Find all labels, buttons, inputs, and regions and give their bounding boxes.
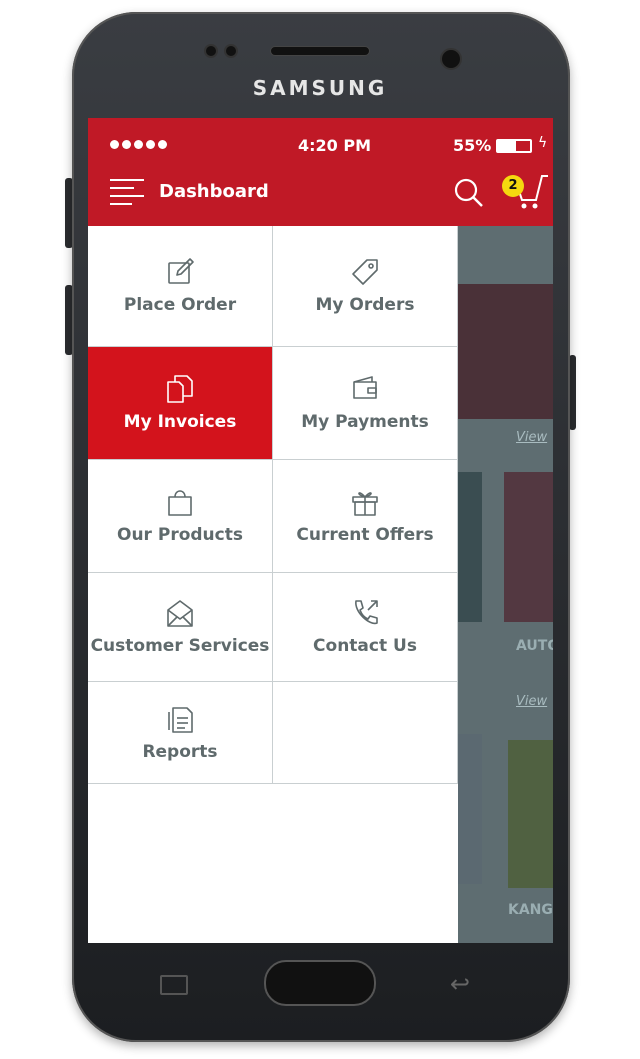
menu-item-place-order[interactable]: Place Order: [88, 226, 273, 347]
cart-count-badge: 2: [502, 175, 524, 197]
menu-item-my-invoices[interactable]: My Invoices: [88, 347, 273, 460]
power-button[interactable]: [569, 355, 576, 430]
gift-icon: [352, 492, 378, 516]
menu-item-current-offers[interactable]: Current Offers: [273, 460, 458, 573]
speaker: [270, 46, 370, 56]
screen: View AUTO View KANG 4:20 PM 55% ϟ Dashbo…: [88, 118, 553, 943]
phone-icon: [355, 600, 378, 625]
menu-item-label: My Invoices: [123, 412, 237, 432]
front-camera: [440, 48, 462, 70]
menu-item-label: Contact Us: [313, 636, 417, 656]
back-button[interactable]: ↩: [450, 970, 470, 998]
home-button[interactable]: [264, 960, 376, 1006]
tag-icon: [352, 259, 378, 285]
page-title: Dashboard: [159, 181, 269, 202]
shopping-bag-icon: [168, 490, 192, 516]
menu-item-label: My Payments: [301, 412, 429, 432]
menu-item-our-products[interactable]: Our Products: [88, 460, 273, 573]
documents-icon: [167, 375, 193, 403]
sensor: [204, 44, 218, 58]
report-icon: [168, 706, 193, 733]
status-time: 4:20 PM: [298, 136, 372, 155]
recent-apps-button[interactable]: [160, 975, 188, 995]
brand-logo: SAMSUNG: [252, 76, 388, 100]
battery-percent: 55%: [453, 136, 492, 155]
edit-icon: [168, 258, 194, 284]
sensor: [224, 44, 238, 58]
menu-item-contact-us[interactable]: Contact Us: [273, 573, 458, 682]
app-header: 4:20 PM 55% ϟ Dashboard 2: [88, 118, 553, 226]
menu-item-label: Our Products: [117, 525, 243, 545]
drawer-scrim[interactable]: [458, 226, 553, 943]
menu-item-reports[interactable]: Reports: [88, 682, 273, 784]
charging-icon: ϟ: [538, 135, 548, 151]
search-icon[interactable]: [454, 178, 484, 208]
menu-item-label: Place Order: [123, 295, 237, 315]
empty-cell: [273, 682, 458, 784]
signal-icon: [110, 140, 167, 149]
navigation-drawer: Place Order My Orders My Invoices My Paymen…: [88, 226, 458, 943]
menu-item-label: Reports: [142, 741, 218, 762]
menu-item-customer-services[interactable]: Customer Services: [88, 573, 273, 682]
menu-item-label: Customer Services: [90, 636, 270, 656]
menu-item-my-orders[interactable]: My Orders: [273, 226, 458, 347]
menu-item-label: My Orders: [315, 295, 415, 315]
menu-button[interactable]: [110, 178, 144, 208]
menu-item-label: Current Offers: [296, 525, 434, 545]
envelope-icon: [167, 600, 193, 627]
menu-item-my-payments[interactable]: My Payments: [273, 347, 458, 460]
wallet-icon: [353, 376, 377, 399]
battery-icon: [496, 139, 532, 153]
hamburger-icon: [110, 179, 144, 205]
